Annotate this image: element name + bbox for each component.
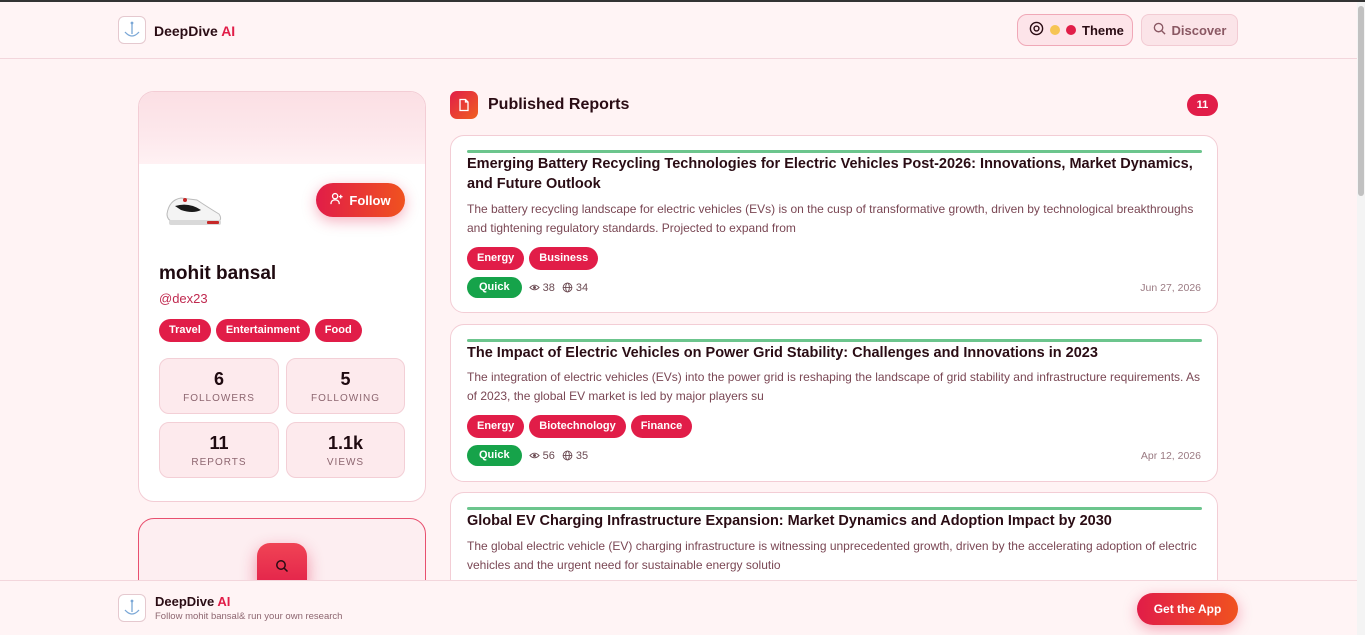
report-card[interactable]: The Impact of Electric Vehicles on Power…	[450, 324, 1218, 482]
report-tag[interactable]: Finance	[630, 415, 693, 438]
eye-icon	[528, 452, 540, 459]
interest-tag[interactable]: Food	[314, 319, 362, 342]
search-icon	[1153, 22, 1166, 38]
stat-value: 5	[340, 368, 351, 389]
reports-count-badge: 11	[1187, 94, 1218, 116]
interest-tags: Travel Entertainment Food	[159, 319, 362, 342]
report-accent-bar	[467, 507, 1202, 510]
follow-label: Follow	[349, 192, 391, 208]
globe-icon	[562, 282, 573, 293]
stat-following[interactable]: 5 FOLLOWING	[286, 358, 405, 414]
report-description: The battery recycling landscape for elec…	[467, 202, 1194, 235]
stat-followers[interactable]: 6 FOLLOWERS	[159, 358, 279, 414]
globe-icon	[562, 450, 573, 461]
interest-tag[interactable]: Travel	[159, 319, 211, 342]
report-tags: Energy Business	[467, 247, 599, 270]
logo-icon[interactable]	[118, 594, 146, 622]
stat-value: 1.1k	[327, 432, 364, 453]
footer-bar: DeepDive AI Follow mohit bansal& run you…	[0, 580, 1357, 635]
palette-icon	[1029, 21, 1044, 39]
interest-tag[interactable]: Entertainment	[215, 319, 310, 342]
profile-card: Follow mohit bansal @dex23 Travel Entert…	[138, 91, 426, 502]
report-meta: Quick 56 35	[467, 445, 588, 466]
report-title[interactable]: Global EV Charging Infrastructure Expans…	[467, 511, 1202, 531]
report-title[interactable]: Emerging Battery Recycling Technologies …	[467, 154, 1202, 194]
report-card[interactable]: Emerging Battery Recycling Technologies …	[450, 135, 1218, 313]
profile-cover	[139, 92, 425, 164]
stat-reports[interactable]: 11 REPORTS	[159, 422, 279, 478]
stat-label: REPORTS	[191, 456, 247, 468]
get-app-button[interactable]: Get the App	[1137, 593, 1238, 625]
search-icon	[275, 559, 289, 578]
reach-metric: 34	[562, 282, 588, 294]
report-tag[interactable]: Energy	[467, 415, 525, 438]
report-title[interactable]: The Impact of Electric Vehicles on Power…	[467, 343, 1202, 363]
report-date: Apr 12, 2026	[1140, 450, 1201, 462]
profile-handle: @dex23	[159, 291, 208, 306]
profile-name: mohit bansal	[159, 263, 277, 284]
report-type-badge: Quick	[467, 445, 522, 466]
report-tags: Energy Biotechnology Finance	[467, 415, 693, 438]
report-tag[interactable]: Energy	[467, 247, 525, 270]
reports-heading: Published Reports	[488, 96, 630, 113]
profile-stats: 6 FOLLOWERS 5 FOLLOWING 11 REPORTS 1.1k …	[159, 358, 405, 478]
reach-metric: 35	[562, 450, 588, 462]
discover-label: Discover	[1171, 22, 1227, 38]
discover-button[interactable]: Discover	[1141, 14, 1238, 46]
report-type-badge: Quick	[467, 277, 522, 298]
report-description: The integration of electric vehicles (EV…	[467, 370, 1201, 403]
top-header: DeepDive AI Theme Discover	[0, 2, 1357, 59]
eye-icon	[528, 284, 540, 291]
stat-label: FOLLOWERS	[183, 392, 255, 404]
follow-button[interactable]: Follow	[316, 183, 405, 217]
theme-label: Theme	[1082, 22, 1124, 38]
theme-button[interactable]: Theme	[1017, 14, 1133, 46]
report-accent-bar	[467, 339, 1202, 342]
document-icon	[450, 91, 478, 119]
stat-value: 6	[213, 368, 224, 389]
scrollbar-thumb[interactable]	[1358, 6, 1364, 196]
views-metric: 56	[528, 450, 555, 462]
report-tag[interactable]: Business	[529, 247, 599, 270]
brand-name[interactable]: DeepDive AI	[154, 23, 235, 39]
report-tag[interactable]: Biotechnology	[529, 415, 626, 438]
stat-label: VIEWS	[326, 456, 365, 468]
footer-subtitle: Follow mohit bansal& run your own resear…	[155, 611, 343, 622]
stat-label: FOLLOWING	[310, 392, 380, 404]
stat-views[interactable]: 1.1k VIEWS	[286, 422, 405, 478]
avatar	[161, 180, 229, 238]
add-user-icon	[330, 192, 343, 208]
report-accent-bar	[467, 150, 1202, 153]
views-metric: 38	[528, 282, 555, 294]
theme-swatch-red	[1066, 25, 1076, 35]
report-meta: Quick 38 34	[467, 277, 588, 298]
theme-swatch-yellow	[1050, 25, 1060, 35]
stat-value: 11	[209, 432, 229, 453]
logo-icon[interactable]	[118, 16, 146, 44]
report-description: The global electric vehicle (EV) chargin…	[467, 539, 1197, 572]
footer-brand: DeepDive AI	[155, 594, 231, 609]
report-date: Jun 27, 2026	[1140, 282, 1201, 294]
